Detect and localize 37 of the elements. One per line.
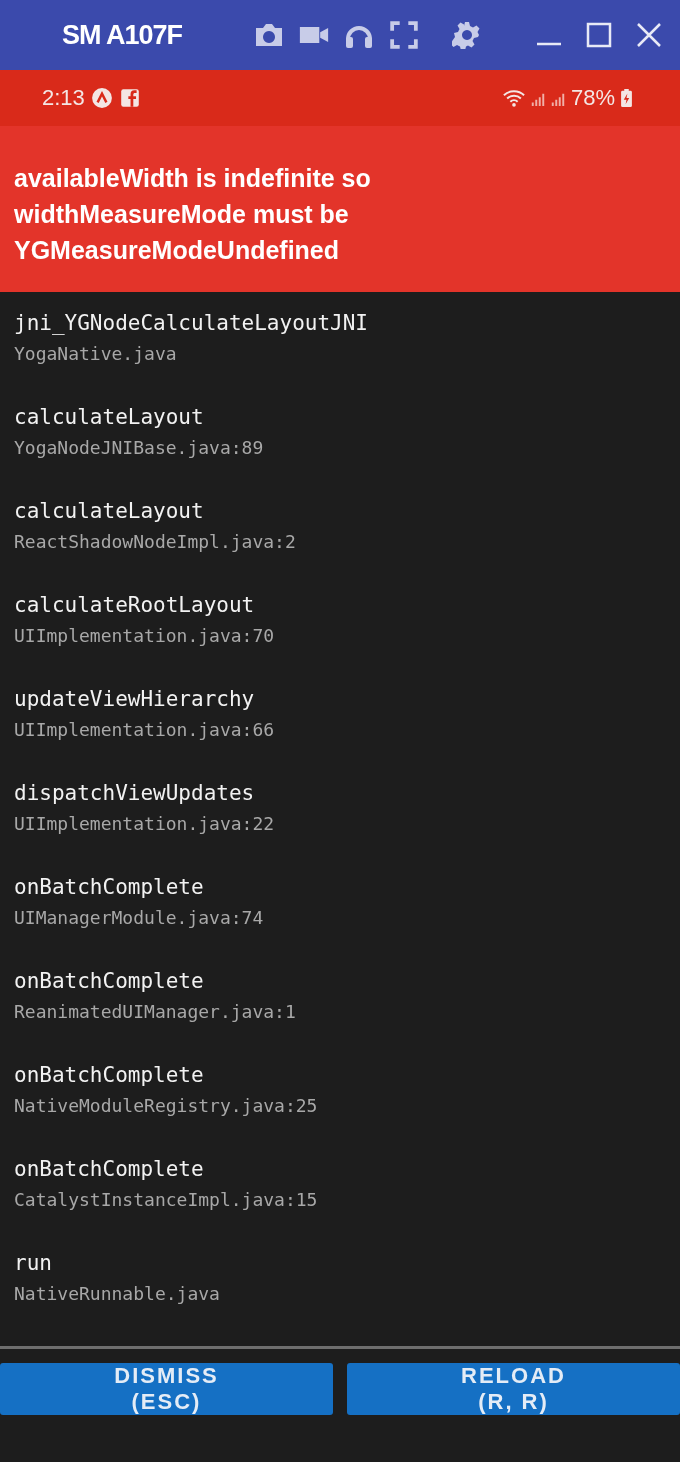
stack-frame-file: CatalystInstanceImpl.java:15 <box>14 1188 318 1212</box>
window-title: SM A107F <box>62 19 183 51</box>
stack-frame-method: calculateLayout <box>14 498 204 525</box>
stack-frame-file: UIImplementation.java:66 <box>14 718 275 742</box>
stack-frame-method: calculateLayout <box>14 404 204 431</box>
stack-frame-method: jni_YGNodeCalculateLayoutJNI <box>14 310 368 337</box>
stack-frame-method: onBatchComplete <box>14 968 204 995</box>
close-icon[interactable] <box>636 22 662 48</box>
battery-charging-icon <box>621 89 632 107</box>
maximize-icon[interactable] <box>586 22 612 48</box>
stack-frame-method: dispatchViewUpdates <box>14 780 255 807</box>
app-notification-icon <box>90 87 113 109</box>
stack-frame-file: UIImplementation.java:22 <box>14 812 275 836</box>
stack-frame-file: NativeModuleRegistry.java:25 <box>14 1094 318 1118</box>
stack-frame-file: UIImplementation.java:70 <box>14 624 275 648</box>
fullscreen-icon[interactable] <box>389 21 419 49</box>
clock: 2:13 <box>42 85 85 111</box>
stack-frame-file: YogaNodeJNIBase.java:89 <box>14 436 264 460</box>
stack-frame-file: ReactShadowNodeImpl.java:2 <box>14 530 296 554</box>
stack-frame-method: onBatchComplete <box>14 1156 204 1183</box>
stack-frame-file: ReanimatedUIManager.java:1 <box>14 1000 296 1024</box>
facebook-icon <box>118 87 141 109</box>
stack-frame-file: YogaNative.java <box>14 342 177 366</box>
camera-icon[interactable] <box>254 21 284 49</box>
stack-frame-file: UIManagerModule.java:74 <box>14 906 264 930</box>
stack-frame-file: NativeRunnable.java <box>14 1282 220 1306</box>
stack-frame-method: run <box>14 1250 52 1277</box>
wifi-icon <box>502 87 525 109</box>
settings-icon[interactable] <box>452 21 482 49</box>
stack-frame-method: calculateRootLayout <box>14 592 255 619</box>
reload-button[interactable]: RELOAD (R, R) <box>347 1363 680 1415</box>
dismiss-button[interactable]: DISMISS (ESC) <box>0 1363 333 1415</box>
battery-percentage: 78% <box>570 85 615 111</box>
stack-frame-method: updateViewHierarchy <box>14 686 255 713</box>
stack-frame-method: onBatchComplete <box>14 1062 204 1089</box>
stack-frame-method: onBatchComplete <box>14 874 204 901</box>
error-message: availableWidth is indefinite so widthMeasureMode must be YGMeasureModeUndefined <box>14 163 372 266</box>
